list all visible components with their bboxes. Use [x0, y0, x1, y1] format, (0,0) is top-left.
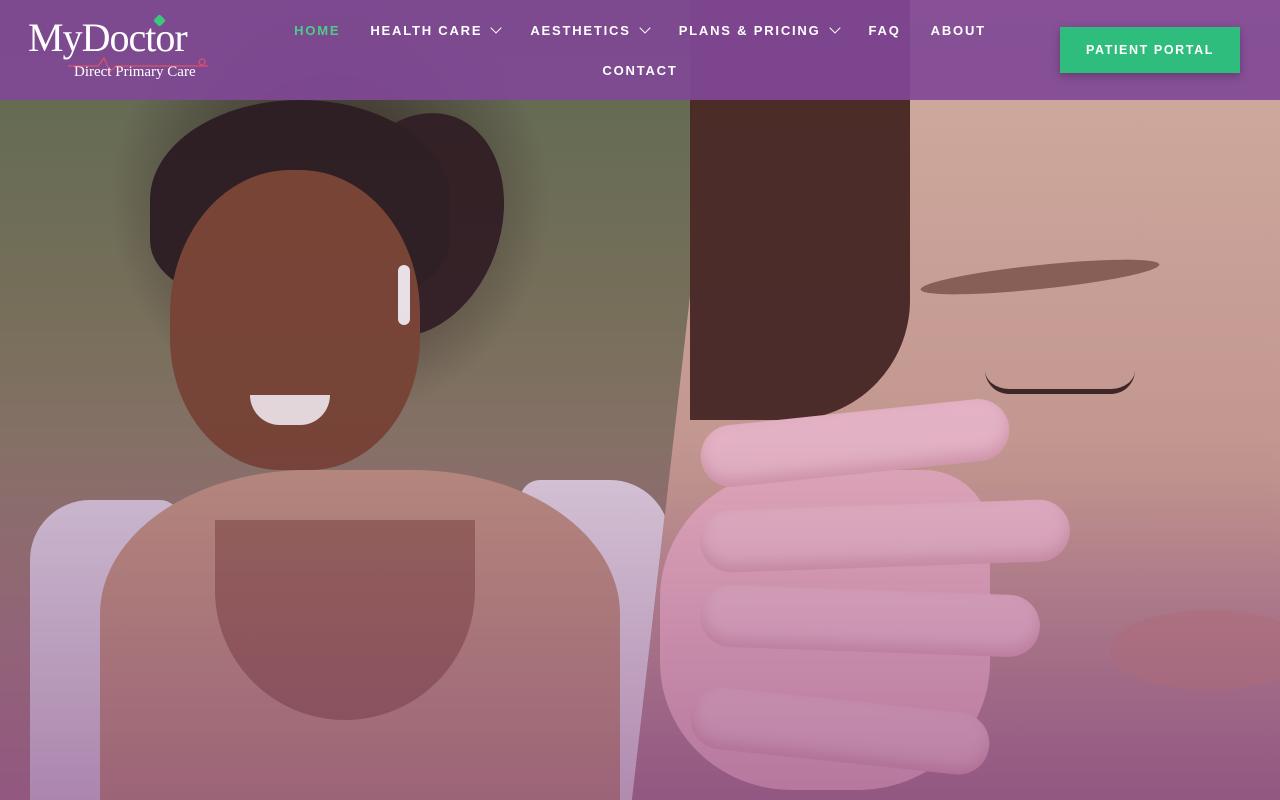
nav-item-label: HOME: [294, 22, 341, 38]
site-logo[interactable]: MyDoctor Direct Primary Care: [28, 14, 228, 86]
patient-portal-button[interactable]: PATIENT PORTAL: [1060, 27, 1240, 73]
nav-item-label: PLANS & PRICING: [678, 22, 821, 38]
nav-item-home[interactable]: HOME: [279, 23, 355, 38]
hero-face: [170, 170, 420, 470]
hero-glove-finger: [699, 584, 1041, 658]
main-nav: HOME HEALTH CARE AESTHETICS PLANS & PRIC…: [290, 14, 990, 86]
nav-row-secondary: CONTACT: [290, 54, 990, 86]
nav-item-label: AESTHETICS: [530, 22, 631, 38]
logo-tagline: Direct Primary Care: [74, 64, 196, 80]
nav-item-label: FAQ: [868, 22, 901, 38]
nav-row-primary: HOME HEALTH CARE AESTHETICS PLANS & PRIC…: [290, 14, 990, 46]
nav-item-plans-pricing[interactable]: PLANS & PRICING: [664, 21, 854, 38]
hero-glove-finger: [699, 498, 1071, 574]
nav-item-label: ABOUT: [930, 22, 986, 38]
chevron-down-icon: [639, 21, 651, 34]
nav-item-contact[interactable]: CONTACT: [587, 63, 692, 78]
hero-right-eye: [985, 370, 1135, 394]
chevron-down-icon: [828, 21, 841, 34]
site-header: MyDoctor Direct Primary Care HOME HEALTH…: [0, 0, 1280, 100]
nav-item-faq[interactable]: FAQ: [854, 23, 916, 38]
nav-item-health-care[interactable]: HEALTH CARE: [355, 21, 515, 38]
chevron-down-icon: [490, 21, 503, 34]
nav-item-about[interactable]: ABOUT: [916, 23, 1001, 38]
nav-item-aesthetics[interactable]: AESTHETICS: [515, 21, 663, 38]
hero-banner: [0, 0, 1280, 800]
nav-item-label: CONTACT: [602, 62, 678, 78]
hero-earbud: [398, 265, 410, 325]
nav-item-label: HEALTH CARE: [370, 22, 483, 38]
